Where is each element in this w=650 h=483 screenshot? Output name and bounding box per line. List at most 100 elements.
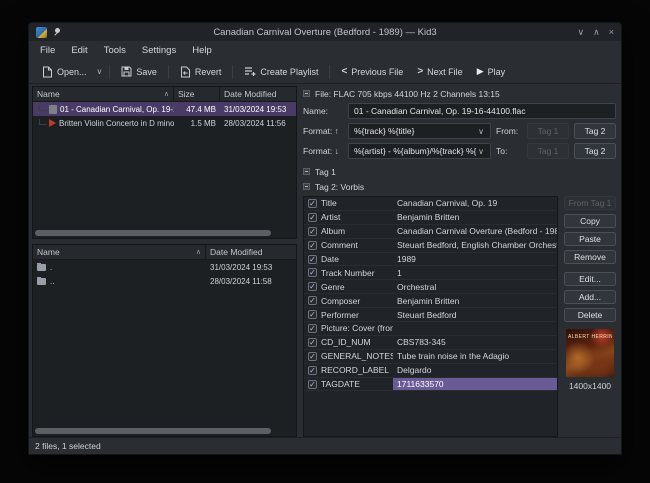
maximize-icon[interactable]: ∧ [593, 23, 600, 41]
to-tag2-button[interactable]: Tag 2 [574, 143, 616, 159]
revert-button[interactable]: Revert [174, 63, 228, 81]
toolbar-separator [109, 65, 110, 79]
scrollbar-thumb[interactable] [35, 230, 271, 236]
frame-checkbox[interactable]: ✓ [308, 241, 317, 250]
filename-input[interactable]: 01 - Canadian Carnival, Op. 19-16-44100.… [348, 103, 616, 119]
tag-frame-row[interactable]: ✓Track Number1 [304, 266, 557, 280]
next-file-button[interactable]: > Next File [411, 63, 468, 80]
tag-frame-row[interactable]: ✓AlbumCanadian Carnival Overture (Bedfor… [304, 225, 557, 239]
collapse-icon[interactable] [303, 168, 310, 175]
tag-frame-row[interactable]: ✓Date1989 [304, 253, 557, 267]
frame-checkbox[interactable]: ✓ [308, 296, 317, 305]
format-from-combobox[interactable]: %{track} %{title} ∨ [348, 123, 491, 139]
remove-button[interactable]: Remove [564, 250, 616, 264]
frame-value[interactable]: 1989 [393, 253, 557, 266]
scrollbar-thumb[interactable] [35, 428, 271, 434]
frame-value[interactable]: 1 [393, 266, 557, 279]
frame-checkbox[interactable]: ✓ [308, 282, 317, 291]
tag-frame-row[interactable]: ✓RECORD_LABELDelgardo [304, 364, 557, 378]
from-tag2-button[interactable]: Tag 2 [574, 123, 616, 139]
frame-checkbox[interactable]: ✓ [308, 380, 317, 389]
collapse-icon[interactable] [303, 183, 310, 190]
frame-checkbox[interactable]: ✓ [308, 366, 317, 375]
save-button[interactable]: Save [115, 63, 163, 80]
from-tag1-button[interactable]: Tag 1 [527, 123, 569, 139]
frame-value[interactable]: Steuart Bedford [393, 308, 557, 321]
frame-checkbox[interactable]: ✓ [308, 199, 317, 208]
frame-value[interactable]: Benjamin Britten [393, 294, 557, 307]
frame-value[interactable]: Tube train noise in the Adagio [393, 350, 557, 363]
directory-row[interactable]: ..28/03/2024 11:58 [33, 274, 296, 288]
open-button[interactable]: Open... [36, 63, 93, 81]
directory-row[interactable]: .31/03/2024 19:53 [33, 260, 296, 274]
frame-value[interactable]: Steuart Bedford, English Chamber Orchest… [393, 239, 557, 252]
column-header-name[interactable]: Name ∧ [33, 87, 174, 101]
titlebar[interactable]: Canadian Carnival Overture (Bedford - 19… [29, 23, 621, 41]
tag-frame-row[interactable]: ✓TAGDATE1711633570 [304, 378, 557, 392]
directory-list-horizontal-scrollbar[interactable] [35, 428, 294, 434]
file-list-horizontal-scrollbar[interactable] [35, 230, 294, 236]
frame-checkbox[interactable]: ✓ [308, 338, 317, 347]
frame-value[interactable]: CBS783-345 [393, 336, 557, 349]
create-playlist-button[interactable]: Create Playlist [238, 63, 324, 80]
column-header-size[interactable]: Size [174, 87, 220, 101]
file-size-cell: 1.5 MB [174, 119, 220, 128]
frame-value[interactable] [393, 322, 557, 335]
file-row[interactable]: 01 - Canadian Carnival, Op. 19-16-44100.… [33, 102, 296, 116]
tag-frame-row[interactable]: ✓CD_ID_NUMCBS783-345 [304, 336, 557, 350]
menu-settings[interactable]: Settings [142, 45, 176, 56]
frame-checkbox[interactable]: ✓ [308, 255, 317, 264]
frame-value[interactable]: Canadian Carnival, Op. 19 [393, 197, 557, 210]
minimize-icon[interactable]: ∨ [578, 23, 585, 41]
tag1-section-label: Tag 1 [315, 167, 336, 177]
frame-value[interactable]: 1711633570 [393, 378, 557, 391]
album-art-thumbnail[interactable]: ALBERT HERRING [566, 329, 614, 377]
frame-checkbox[interactable]: ✓ [308, 310, 317, 319]
tag-frame-row[interactable]: ✓TitleCanadian Carnival, Op. 19 [304, 197, 557, 211]
collapse-icon[interactable] [303, 90, 310, 97]
menu-help[interactable]: Help [192, 45, 212, 56]
menu-tools[interactable]: Tools [104, 45, 126, 56]
previous-file-button[interactable]: < Previous File [335, 63, 409, 80]
file-section-header[interactable]: File: FLAC 705 kbps 44100 Hz 2 Channels … [303, 88, 616, 99]
column-header-date-modified[interactable]: Date Modified [206, 245, 296, 259]
tag2-section-header[interactable]: Tag 2: Vorbis [303, 181, 616, 192]
tag2-area: ✓TitleCanadian Carnival, Op. 19✓ArtistBe… [303, 196, 616, 437]
frame-checkbox[interactable]: ✓ [308, 227, 317, 236]
delete-button[interactable]: Delete [564, 308, 616, 322]
paste-button[interactable]: Paste [564, 232, 616, 246]
play-button[interactable]: ▶ Play [471, 63, 511, 80]
frame-checkbox[interactable]: ✓ [308, 324, 317, 333]
format-to-combobox[interactable]: %{artist} - %{album}/%{track} %{title} ∨ [348, 143, 491, 159]
tag1-section-header[interactable]: Tag 1 [303, 166, 616, 177]
frame-value[interactable]: Benjamin Britten [393, 211, 557, 224]
copy-button[interactable]: Copy [564, 214, 616, 228]
tag-frame-row[interactable]: ✓GENERAL_NOTESTube train noise in the Ad… [304, 350, 557, 364]
file-row[interactable]: Britten Violin Concerto in D minor Op. 1… [33, 116, 296, 130]
close-icon[interactable]: × [609, 23, 614, 41]
open-dropdown-icon[interactable]: ∨ [95, 67, 105, 76]
directory-list-header: Name ∧ Date Modified [33, 245, 296, 260]
frame-value[interactable]: Canadian Carnival Overture (Bedford - 19… [393, 225, 557, 238]
menu-file[interactable]: File [40, 45, 55, 56]
frame-checkbox[interactable]: ✓ [308, 352, 317, 361]
frame-value[interactable]: Delgardo [393, 364, 557, 377]
tag-frame-row[interactable]: ✓PerformerSteuart Bedford [304, 308, 557, 322]
column-header-date-modified[interactable]: Date Modified [220, 87, 296, 101]
column-header-name[interactable]: Name ∧ [33, 245, 206, 259]
edit-button[interactable]: Edit... [564, 272, 616, 286]
checkbox-cell: ✓ [304, 378, 321, 391]
tag-frame-row[interactable]: ✓GenreOrchestral [304, 280, 557, 294]
frame-checkbox[interactable]: ✓ [308, 268, 317, 277]
from-tag1-action-button[interactable]: From Tag 1 [564, 196, 616, 210]
tag-frame-row[interactable]: ✓ Picture: Cover (front) [304, 322, 557, 336]
tag-frame-row[interactable]: ✓ArtistBenjamin Britten [304, 211, 557, 225]
to-tag1-button[interactable]: Tag 1 [527, 143, 569, 159]
add-button[interactable]: Add... [564, 290, 616, 304]
frame-name: Picture: Cover (front) [321, 322, 393, 335]
tag-frame-row[interactable]: ✓CommentSteuart Bedford, English Chamber… [304, 239, 557, 253]
tag-frame-row[interactable]: ✓ComposerBenjamin Britten [304, 294, 557, 308]
frame-checkbox[interactable]: ✓ [308, 213, 317, 222]
menu-edit[interactable]: Edit [71, 45, 87, 56]
frame-value[interactable]: Orchestral [393, 280, 557, 293]
